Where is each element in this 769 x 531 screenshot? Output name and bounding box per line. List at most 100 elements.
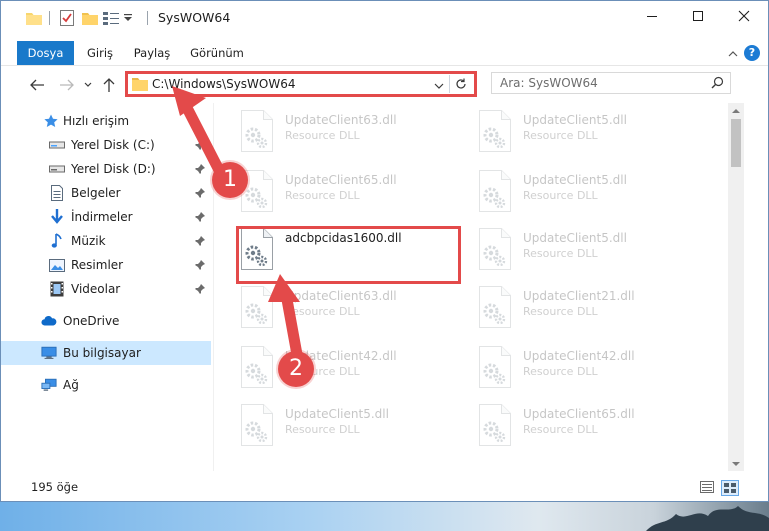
sidebar-item-label: Belgeler: [71, 186, 121, 200]
drive-icon: [49, 137, 65, 153]
address-bar[interactable]: C:\Windows\SysWOW64: [125, 71, 477, 97]
minimize-button[interactable]: [629, 1, 675, 31]
file-type: Resource DLL: [523, 129, 598, 142]
file-item[interactable]: UpdateClient65.dll Resource DLL: [477, 403, 697, 459]
sidebar-item-label: Resimler: [71, 258, 124, 272]
up-button[interactable]: [99, 75, 119, 95]
maximize-icon: [693, 11, 703, 21]
item-count: 195 öğe: [31, 480, 79, 494]
file-item[interactable]: UpdateClient5.dll Resource DLL: [477, 227, 697, 283]
tab-view[interactable]: Görünüm: [185, 41, 249, 65]
properties-icon[interactable]: [57, 9, 77, 27]
close-icon: [738, 10, 750, 22]
pin-icon[interactable]: [195, 163, 205, 177]
pin-icon[interactable]: [195, 235, 205, 249]
back-button[interactable]: [27, 75, 47, 95]
sidebar-item-videos[interactable]: Videolar: [1, 277, 211, 301]
dll-file-icon: [239, 403, 275, 447]
sidebar-item-network[interactable]: Ağ: [1, 373, 211, 397]
tab-file[interactable]: Dosya: [17, 41, 74, 65]
pictures-icon: [49, 257, 65, 273]
pin-icon[interactable]: [195, 139, 205, 153]
close-button[interactable]: [721, 1, 767, 31]
ribbon-tabs: Dosya Giriş Paylaş Görünüm ?: [1, 41, 768, 65]
dll-file-icon: [477, 285, 513, 329]
file-item[interactable]: UpdateClient42.dll Resource DLL: [239, 345, 459, 401]
search-input[interactable]: Ara: SysWOW64: [491, 72, 731, 94]
recent-locations-button[interactable]: [81, 75, 95, 95]
customize-view-icon[interactable]: [101, 9, 121, 27]
details-view-icon[interactable]: [699, 480, 715, 494]
sidebar-item-local-disk-d[interactable]: Yerel Disk (D:): [1, 157, 211, 181]
address-history-icon[interactable]: [434, 79, 444, 93]
file-item[interactable]: UpdateClient5.dll Resource DLL: [239, 403, 459, 459]
search-icon[interactable]: [711, 76, 724, 92]
sidebar-item-local-disk-c[interactable]: Yerel Disk (C:): [1, 133, 211, 157]
sidebar-item-downloads[interactable]: İndirmeler: [1, 205, 211, 229]
documents-icon: [49, 185, 65, 201]
pin-icon[interactable]: [195, 259, 205, 273]
pin-icon[interactable]: [195, 283, 205, 297]
star-icon: [43, 113, 59, 129]
file-type: Resource DLL: [285, 305, 360, 318]
drive-icon: [49, 161, 65, 177]
file-item[interactable]: UpdateClient5.dll Resource DLL: [477, 169, 697, 225]
sidebar-item-music[interactable]: Müzik: [1, 229, 211, 253]
file-type: Resource DLL: [523, 365, 598, 378]
help-button[interactable]: ?: [744, 45, 760, 61]
file-name: UpdateClient5.dll: [523, 231, 627, 245]
refresh-icon: [456, 78, 466, 89]
sidebar-item-quick-access[interactable]: Hızlı erişim: [1, 109, 211, 133]
annotation-badge-2: 2: [278, 351, 314, 387]
file-name: UpdateClient63.dll: [285, 113, 397, 127]
file-name: UpdateClient5.dll: [285, 407, 389, 421]
tab-share[interactable]: Paylaş: [130, 41, 174, 65]
sidebar-item-documents[interactable]: Belgeler: [1, 181, 211, 205]
scrollbar-thumb[interactable]: [731, 119, 741, 167]
file-item[interactable]: UpdateClient63.dll Resource DLL: [239, 109, 459, 165]
forward-button[interactable]: [57, 75, 77, 95]
sidebar-item-label: Hızlı erişim: [63, 114, 130, 128]
file-item[interactable]: UpdateClient5.dll Resource DLL: [477, 109, 697, 165]
dll-file-icon: [239, 345, 275, 389]
sidebar-item-label: Yerel Disk (C:): [71, 138, 155, 152]
file-item[interactable]: UpdateClient21.dll Resource DLL: [477, 285, 697, 341]
file-item-target[interactable]: adcbpcidas1600.dll: [239, 227, 459, 283]
vertical-scrollbar[interactable]: [728, 103, 744, 471]
download-icon: [49, 209, 65, 225]
large-icons-view-icon[interactable]: [721, 480, 739, 496]
sidebar-item-label: Videolar: [71, 282, 121, 296]
scroll-down-icon[interactable]: [728, 457, 744, 471]
file-item[interactable]: UpdateClient65.dll Resource DLL: [239, 169, 459, 225]
pin-icon[interactable]: [195, 187, 205, 201]
music-icon: [49, 233, 65, 249]
annotation-badge-1: 1: [212, 162, 248, 198]
refresh-button[interactable]: [452, 75, 470, 93]
back-arrow-icon: [30, 79, 44, 91]
address-path[interactable]: C:\Windows\SysWOW64: [152, 77, 296, 91]
scroll-up-icon[interactable]: [728, 103, 744, 117]
file-name: adcbpcidas1600.dll: [285, 231, 402, 245]
dll-file-icon: [239, 227, 275, 271]
file-item[interactable]: UpdateClient42.dll Resource DLL: [477, 345, 697, 401]
pin-icon[interactable]: [195, 211, 205, 225]
file-list: UpdateClient63.dll Resource DLL UpdateClie…: [215, 103, 728, 471]
expand-ribbon-icon[interactable]: [728, 47, 738, 61]
sidebar-item-onedrive[interactable]: OneDrive: [1, 309, 211, 333]
sidebar-item-label: Bu bilgisayar: [63, 346, 141, 360]
file-name: UpdateClient65.dll: [523, 407, 635, 421]
tab-home[interactable]: Giriş: [81, 41, 119, 65]
tree-silhouette-icon: [646, 506, 769, 531]
file-item[interactable]: UpdateClient63.dll Resource DLL: [239, 285, 459, 341]
computer-icon: [41, 345, 57, 361]
maximize-button[interactable]: [675, 1, 721, 31]
file-type: Resource DLL: [523, 247, 598, 260]
file-type: Resource DLL: [523, 423, 598, 436]
quick-access-dropdown-icon[interactable]: [121, 9, 135, 27]
sidebar-item-this-pc[interactable]: Bu bilgisayar: [1, 341, 211, 365]
sidebar-item-pictures[interactable]: Resimler: [1, 253, 211, 277]
sidebar-item-label: Yerel Disk (D:): [71, 162, 156, 176]
new-folder-icon[interactable]: [81, 9, 99, 27]
dll-file-icon: [477, 227, 513, 271]
sidebar-item-label: Müzik: [71, 234, 106, 248]
